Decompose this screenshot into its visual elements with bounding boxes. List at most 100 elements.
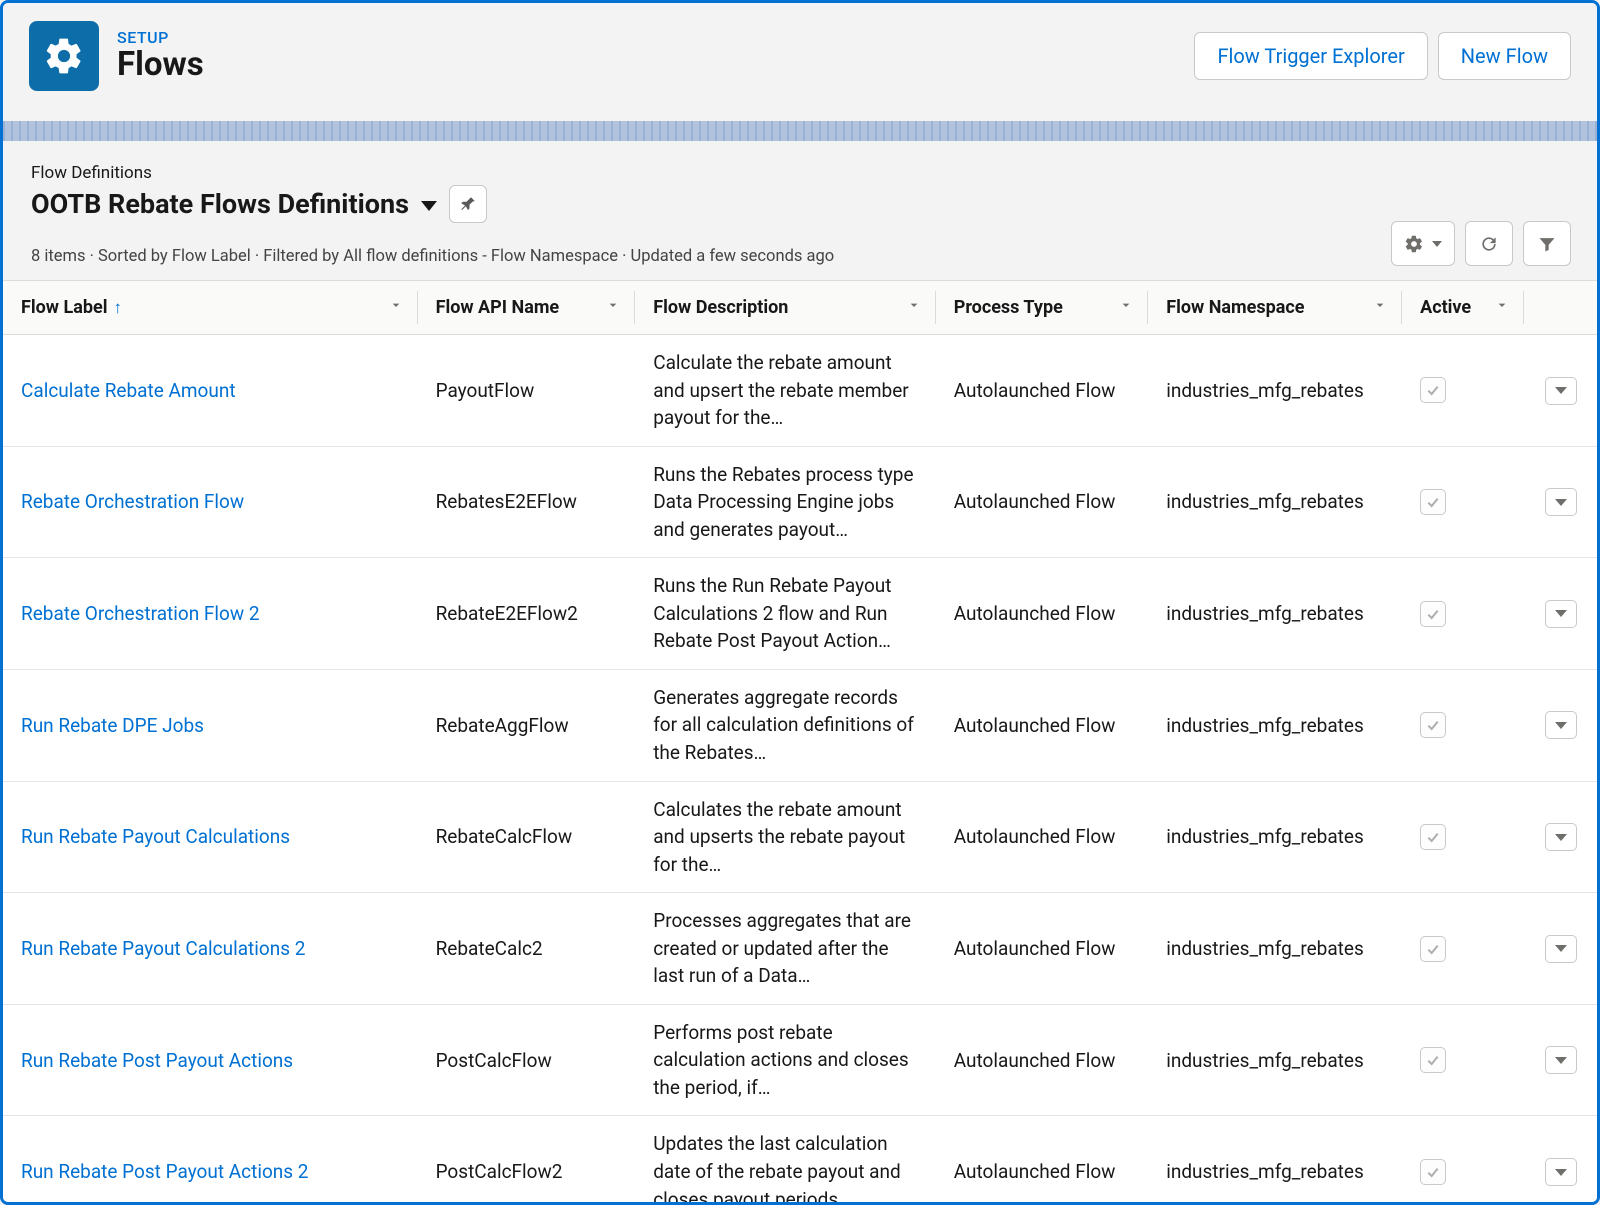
flow-description: Calculate the rebate amount and upsert t… xyxy=(653,349,918,432)
row-actions-button[interactable] xyxy=(1545,1158,1577,1186)
process-type: Autolaunched Flow xyxy=(954,1160,1116,1183)
active-checkbox xyxy=(1420,1159,1446,1185)
chevron-down-icon[interactable] xyxy=(421,201,437,211)
col-flow-namespace[interactable]: Flow Namespace xyxy=(1148,281,1402,335)
col-flow-label[interactable]: Flow Label↑ xyxy=(3,281,418,335)
pin-list-button[interactable] xyxy=(449,185,487,223)
flow-api-name: RebateE2EFlow2 xyxy=(436,602,578,625)
check-icon xyxy=(1425,829,1441,845)
flow-label-link[interactable]: Rebate Orchestration Flow xyxy=(21,490,244,513)
active-checkbox xyxy=(1420,712,1446,738)
table-row: Rebate Orchestration Flow RebatesE2EFlow… xyxy=(3,446,1597,558)
row-actions-button[interactable] xyxy=(1545,377,1577,405)
chevron-down-icon[interactable] xyxy=(605,297,621,318)
col-active[interactable]: Active xyxy=(1402,281,1524,335)
flow-trigger-explorer-button[interactable]: Flow Trigger Explorer xyxy=(1194,32,1427,80)
table-row: Run Rebate DPE Jobs RebateAggFlow Genera… xyxy=(3,669,1597,781)
flow-description: Runs the Run Rebate Payout Calculations … xyxy=(653,572,918,655)
page-title: Flows xyxy=(117,47,1194,83)
header-eyebrow: SETUP xyxy=(117,28,1194,47)
col-process-type[interactable]: Process Type xyxy=(936,281,1148,335)
check-icon xyxy=(1425,717,1441,733)
chevron-down-icon xyxy=(1555,387,1567,394)
check-icon xyxy=(1425,606,1441,622)
flow-api-name: PostCalcFlow xyxy=(436,1049,552,1072)
check-icon xyxy=(1425,1052,1441,1068)
flow-label-link[interactable]: Run Rebate Payout Calculations xyxy=(21,825,290,848)
process-type: Autolaunched Flow xyxy=(954,1049,1116,1072)
flow-api-name: RebatesE2EFlow xyxy=(436,490,577,513)
row-actions-button[interactable] xyxy=(1545,1046,1577,1074)
flow-label-link[interactable]: Run Rebate Post Payout Actions 2 xyxy=(21,1160,309,1183)
chevron-down-icon xyxy=(1555,945,1567,952)
flow-namespace: industries_mfg_rebates xyxy=(1166,825,1364,848)
flow-api-name: RebateCalcFlow xyxy=(436,825,573,848)
row-actions-button[interactable] xyxy=(1545,600,1577,628)
process-type: Autolaunched Flow xyxy=(954,379,1116,402)
table-row: Rebate Orchestration Flow 2 RebateE2EFlo… xyxy=(3,558,1597,670)
flow-label-link[interactable]: Calculate Rebate Amount xyxy=(21,379,236,402)
active-checkbox xyxy=(1420,1047,1446,1073)
row-actions-button[interactable] xyxy=(1545,823,1577,851)
flow-api-name: RebateAggFlow xyxy=(436,714,569,737)
flow-description: Runs the Rebates process type Data Proce… xyxy=(653,461,918,544)
new-flow-button[interactable]: New Flow xyxy=(1438,32,1571,80)
active-checkbox xyxy=(1420,824,1446,850)
process-type: Autolaunched Flow xyxy=(954,937,1116,960)
refresh-icon xyxy=(1479,234,1499,254)
list-meta: 8 items · Sorted by Flow Label · Filtere… xyxy=(31,247,1569,266)
chevron-down-icon[interactable] xyxy=(1494,297,1510,318)
chevron-down-icon[interactable] xyxy=(906,297,922,318)
chevron-down-icon xyxy=(1555,499,1567,506)
chevron-down-icon xyxy=(1555,610,1567,617)
setup-gear-icon xyxy=(29,21,99,91)
refresh-button[interactable] xyxy=(1465,221,1513,266)
flow-description: Calculates the rebate amount and upserts… xyxy=(653,796,918,879)
flow-namespace: industries_mfg_rebates xyxy=(1166,602,1364,625)
row-actions-button[interactable] xyxy=(1545,488,1577,516)
flow-namespace: industries_mfg_rebates xyxy=(1166,1049,1364,1072)
flow-api-name: PayoutFlow xyxy=(436,379,535,402)
active-checkbox xyxy=(1420,936,1446,962)
list-eyebrow: Flow Definitions xyxy=(31,163,1569,183)
flow-label-link[interactable]: Run Rebate DPE Jobs xyxy=(21,714,204,737)
col-actions xyxy=(1524,281,1597,335)
flow-namespace: industries_mfg_rebates xyxy=(1166,714,1364,737)
flow-api-name: RebateCalc2 xyxy=(436,937,543,960)
row-actions-button[interactable] xyxy=(1545,935,1577,963)
chevron-down-icon[interactable] xyxy=(1372,297,1388,318)
chevron-down-icon xyxy=(1555,722,1567,729)
chevron-down-icon[interactable] xyxy=(1118,297,1134,318)
col-flow-api-name[interactable]: Flow API Name xyxy=(418,281,636,335)
check-icon xyxy=(1425,1164,1441,1180)
gear-icon xyxy=(1404,234,1424,254)
list-view-title[interactable]: OOTB Rebate Flows Definitions xyxy=(31,188,409,220)
table-row: Run Rebate Post Payout Actions PostCalcF… xyxy=(3,1004,1597,1116)
process-type: Autolaunched Flow xyxy=(954,714,1116,737)
flow-namespace: industries_mfg_rebates xyxy=(1166,379,1364,402)
chevron-down-icon xyxy=(1555,1057,1567,1064)
filter-button[interactable] xyxy=(1523,221,1571,266)
sort-asc-icon: ↑ xyxy=(113,298,122,318)
chevron-down-icon[interactable] xyxy=(388,297,404,318)
check-icon xyxy=(1425,382,1441,398)
chevron-down-icon xyxy=(1432,241,1442,247)
list-view-header: Flow Definitions OOTB Rebate Flows Defin… xyxy=(3,141,1597,280)
flow-description: Generates aggregate records for all calc… xyxy=(653,684,918,767)
flow-label-link[interactable]: Run Rebate Post Payout Actions xyxy=(21,1049,293,1072)
page-header: SETUP Flows Flow Trigger Explorer New Fl… xyxy=(3,3,1597,121)
process-type: Autolaunched Flow xyxy=(954,602,1116,625)
col-flow-description[interactable]: Flow Description xyxy=(635,281,936,335)
flow-api-name: PostCalcFlow2 xyxy=(436,1160,563,1183)
flow-label-link[interactable]: Rebate Orchestration Flow 2 xyxy=(21,602,260,625)
chevron-down-icon xyxy=(1555,834,1567,841)
chevron-down-icon xyxy=(1555,1169,1567,1176)
flow-table: Flow Label↑ Flow API Name Flow Descripti… xyxy=(3,280,1597,1205)
flow-label-link[interactable]: Run Rebate Payout Calculations 2 xyxy=(21,937,305,960)
flow-description: Processes aggregates that are created or… xyxy=(653,907,918,990)
list-settings-button[interactable] xyxy=(1391,221,1455,266)
table-row: Calculate Rebate Amount PayoutFlow Calcu… xyxy=(3,335,1597,447)
check-icon xyxy=(1425,494,1441,510)
active-checkbox xyxy=(1420,601,1446,627)
row-actions-button[interactable] xyxy=(1545,711,1577,739)
